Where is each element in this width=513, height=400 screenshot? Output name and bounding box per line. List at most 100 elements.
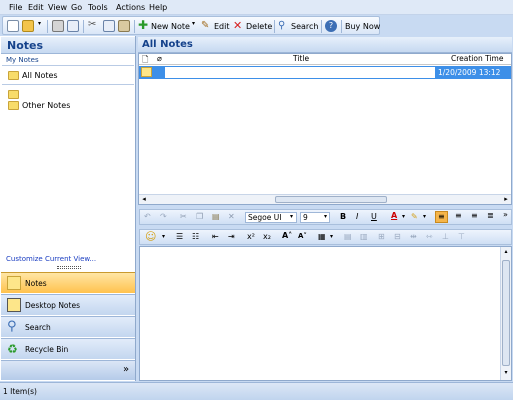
note-editor[interactable]: [139, 246, 512, 381]
attachment-column-icon[interactable]: ⌀: [157, 54, 162, 63]
horizontal-scrollbar[interactable]: ◂ ▸: [139, 194, 511, 204]
scrollbar-thumb[interactable]: [275, 196, 387, 203]
nav-button-label: Recycle Bin: [25, 345, 69, 354]
buy-now-button[interactable]: Buy Now: [345, 22, 380, 31]
insert-column-icon[interactable]: ⊟: [394, 232, 401, 241]
search-button[interactable]: Search: [291, 22, 318, 31]
vertical-scrollbar[interactable]: ▴ ▾: [500, 247, 511, 380]
print-preview-icon[interactable]: [67, 20, 79, 32]
new-document-icon[interactable]: [7, 20, 19, 32]
italic-button[interactable]: I: [356, 212, 358, 221]
bullet-list-icon[interactable]: ☰: [176, 232, 183, 241]
navigation-pane-header: Notes: [1, 37, 135, 54]
insert-table-dropdown-icon[interactable]: ▾: [330, 233, 333, 240]
delete-column-icon[interactable]: ⇿: [426, 232, 433, 241]
tree-item-all-notes[interactable]: All Notes: [22, 71, 58, 80]
pane-splitter-handle[interactable]: [57, 266, 81, 269]
new-note-dropdown-icon[interactable]: ▾: [192, 20, 198, 32]
numbered-list-icon[interactable]: ☷: [192, 232, 199, 241]
table-properties-icon[interactable]: ▤: [344, 232, 352, 241]
tree-item-other-notes[interactable]: Other Notes: [22, 101, 70, 110]
font-family-dropdown-icon[interactable]: ▾: [290, 213, 293, 220]
nav-pane-footer: »: [1, 360, 135, 380]
nav-button-notes[interactable]: Notes: [1, 272, 135, 293]
search-icon[interactable]: ⚲: [278, 20, 290, 32]
menu-view[interactable]: View: [48, 3, 67, 12]
dropdown-arrow-icon[interactable]: ▾: [38, 20, 44, 32]
folder-icon: [8, 71, 19, 80]
nav-button-label: Search: [25, 323, 51, 332]
table-row[interactable]: 1/20/2009 13:12: [139, 66, 511, 79]
column-header-title[interactable]: Title: [293, 54, 309, 63]
emoticon-dropdown-icon[interactable]: ▾: [162, 233, 165, 240]
copy-icon[interactable]: ❐: [196, 212, 203, 221]
add-icon[interactable]: ✚: [138, 19, 150, 32]
menu-actions[interactable]: Actions: [116, 3, 145, 12]
copy-icon[interactable]: [103, 20, 115, 32]
nav-button-desktop-notes[interactable]: Desktop Notes: [1, 294, 135, 315]
column-header-creation-time[interactable]: Creation Time: [451, 54, 503, 63]
bold-button[interactable]: B: [340, 212, 346, 221]
scroll-up-icon[interactable]: ▴: [502, 248, 510, 255]
align-right-icon[interactable]: ≡: [471, 211, 478, 220]
underline-button[interactable]: U: [371, 212, 377, 221]
superscript-button[interactable]: x²: [247, 232, 255, 241]
edit-button[interactable]: Edit: [214, 22, 230, 31]
align-center-icon[interactable]: ≡: [455, 211, 462, 220]
cut-icon[interactable]: ✂: [88, 20, 100, 32]
magnifier-icon: ⚲: [7, 319, 17, 334]
folder-icon: [8, 101, 19, 110]
scroll-down-icon[interactable]: ▾: [502, 369, 510, 376]
increase-indent-icon[interactable]: ⇥: [228, 232, 235, 241]
redo-icon[interactable]: ↷: [160, 212, 167, 221]
toolbar-overflow-icon[interactable]: »: [503, 210, 508, 219]
justify-icon[interactable]: ≣: [487, 211, 494, 220]
scroll-right-icon[interactable]: ▸: [502, 195, 510, 203]
paragraph-toolbar: ☺ ▾ ☰ ☷ ⇤ ⇥ x² x₂ A˄ A˅ ▦ ▾ ▤ ▥ ⊞ ⊟ ⇹ ⇿ …: [139, 229, 512, 245]
highlight-icon[interactable]: ✎: [411, 212, 418, 221]
new-note-button[interactable]: New Note: [151, 22, 190, 31]
highlight-dropdown-icon[interactable]: ▾: [423, 213, 426, 220]
cut-icon[interactable]: ✂: [180, 212, 187, 221]
paste-icon[interactable]: ▤: [212, 212, 220, 221]
split-cells-icon[interactable]: ⊤: [458, 232, 465, 241]
subscript-button[interactable]: x₂: [263, 232, 271, 241]
content-pane-title: All Notes: [142, 39, 193, 50]
font-color-button[interactable]: A: [391, 211, 397, 220]
menu-file[interactable]: File: [9, 3, 22, 12]
menu-edit[interactable]: Edit: [28, 3, 44, 12]
print-icon[interactable]: [52, 20, 64, 32]
help-icon[interactable]: ?: [325, 20, 337, 32]
delete-button[interactable]: Delete: [246, 22, 272, 31]
grow-font-button[interactable]: A˄: [282, 231, 292, 240]
nav-button-label: Notes: [25, 279, 47, 288]
clear-formatting-icon[interactable]: ✕: [228, 212, 235, 221]
merge-cells-icon[interactable]: ⊥: [442, 232, 449, 241]
menu-tools[interactable]: Tools: [88, 3, 108, 12]
menu-help[interactable]: Help: [149, 3, 167, 12]
insert-row-icon[interactable]: ⊞: [378, 232, 385, 241]
toolbar-separator: [274, 20, 275, 33]
pencil-icon[interactable]: ✎: [201, 20, 213, 32]
configure-buttons-icon[interactable]: »: [123, 364, 129, 375]
delete-icon[interactable]: ✕: [233, 20, 245, 32]
emoticon-icon[interactable]: ☺: [145, 230, 156, 243]
delete-row-icon[interactable]: ⇹: [410, 232, 417, 241]
insert-table-icon[interactable]: ▦: [318, 232, 326, 241]
align-left-button[interactable]: ≡: [435, 211, 448, 223]
undo-icon[interactable]: ↶: [144, 212, 151, 221]
nav-button-recycle-bin[interactable]: ♻ Recycle Bin: [1, 338, 135, 359]
font-color-dropdown-icon[interactable]: ▾: [402, 213, 405, 220]
customize-current-view-link[interactable]: Customize Current View...: [6, 255, 96, 263]
decrease-indent-icon[interactable]: ⇤: [212, 232, 219, 241]
nav-button-label: Desktop Notes: [25, 301, 80, 310]
open-folder-icon[interactable]: [22, 20, 34, 32]
paste-icon[interactable]: [118, 20, 130, 32]
scrollbar-thumb[interactable]: [502, 260, 510, 366]
shrink-font-button[interactable]: A˅: [298, 232, 307, 240]
scroll-left-icon[interactable]: ◂: [140, 195, 148, 203]
menu-go[interactable]: Go: [71, 3, 82, 12]
nav-button-search[interactable]: ⚲ Search: [1, 316, 135, 337]
font-size-dropdown-icon[interactable]: ▾: [324, 213, 327, 220]
cell-properties-icon[interactable]: ▥: [360, 232, 368, 241]
